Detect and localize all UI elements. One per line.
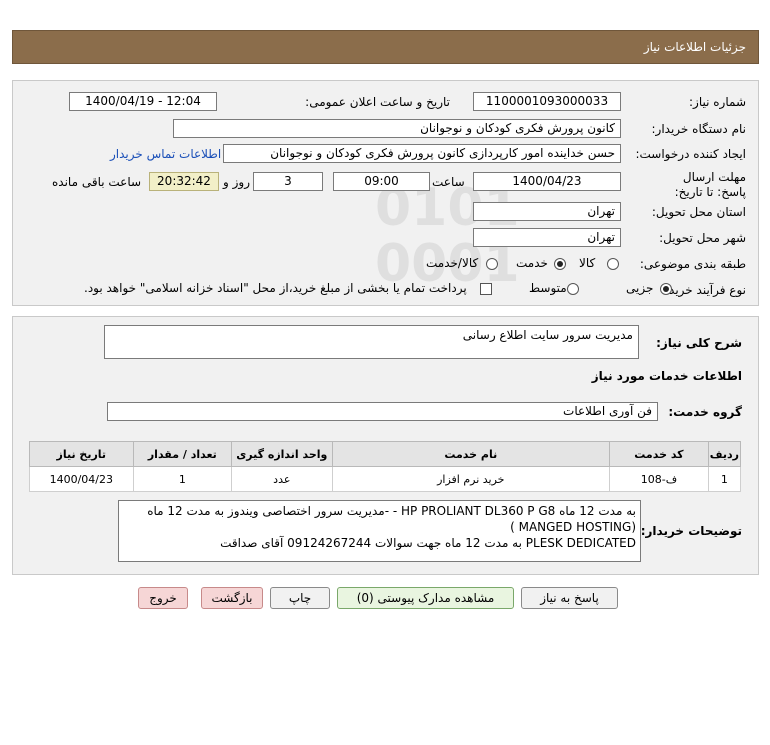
category-radio-goods[interactable] (607, 258, 619, 270)
process-radio-minor[interactable] (660, 283, 672, 295)
buyer-org-label: نام دستگاه خریدار: (651, 122, 747, 136)
deadline-time-field: 09:00 (333, 172, 430, 191)
services-table: ردیف کد خدمت نام خدمت واحد اندازه گیری ت… (29, 441, 742, 492)
category-radio-goods-service[interactable] (486, 258, 498, 270)
buyer-contact-link[interactable]: اطلاعات تماس خریدار (110, 147, 221, 161)
days-field: 3 (253, 172, 323, 191)
buyer-org-field: کانون پرورش فکری کودکان و نوجوانان (173, 119, 621, 138)
cell-service-code: ف-108 (609, 466, 709, 492)
creator-label: ایجاد کننده درخواست: (635, 147, 746, 161)
deadline-label: مهلت ارسال پاسخ: تا تاریخ: (674, 170, 746, 199)
deadline-date-field: 1400/04/23 (473, 172, 621, 191)
exit-button[interactable]: خروج (138, 587, 188, 609)
col-service-code-header: کد خدمت (609, 441, 709, 467)
category-label: طبقه بندی موضوعی: (639, 257, 746, 271)
announce-field: 1400/04/19 - 12:04 (69, 92, 217, 111)
service-group-field: فن آوری اطلاعات (107, 402, 658, 421)
page-header: جزئیات اطلاعات نیاز (12, 30, 759, 64)
col-quantity-header: تعداد / مقدار (132, 441, 233, 467)
category-option-goods: کالا (579, 256, 596, 270)
col-row-header: ردیف (707, 441, 742, 467)
buyer-notes-label: توضیحات خریدار: (640, 524, 742, 538)
col-service-name-header: نام خدمت (331, 441, 611, 467)
need-number-field: 1100001093000033 (473, 92, 621, 111)
announce-label: تاریخ و ساعت اعلان عمومی: (305, 95, 450, 109)
attachments-button[interactable]: مشاهده مدارک پیوستی (0) (337, 587, 514, 609)
payment-note: پرداخت تمام یا بخشی از مبلغ خرید،از محل … (84, 281, 467, 295)
process-label: نوع فرآیند خرید : (661, 283, 746, 297)
cell-service-name: خرید نرم افزار (331, 466, 611, 492)
province-field: تهران (473, 202, 621, 221)
city-label: شهر محل تحویل: (659, 231, 746, 245)
need-info-panel (12, 80, 759, 306)
need-number-label: شماره نیاز: (689, 95, 746, 109)
category-option-service: خدمت (516, 256, 548, 270)
reply-button[interactable]: پاسخ به نیاز (521, 587, 618, 609)
creator-field: حسن خداینده امور کارپردازی کانون پرورش ف… (223, 144, 621, 163)
treasury-payment-checkbox[interactable] (480, 283, 492, 295)
cell-need-date: 1400/04/23 (29, 466, 134, 492)
services-heading: اطلاعات خدمات مورد نیاز (591, 369, 742, 383)
table-row: 1 ف-108 خرید نرم افزار عدد 1 1400/04/23 (29, 466, 742, 492)
process-option-medium: متوسط (529, 281, 567, 295)
process-option-minor: جزیی (626, 281, 654, 295)
remaining-time-field: 20:32:42 (149, 172, 219, 191)
table-header-row: ردیف کد خدمت نام خدمت واحد اندازه گیری ت… (29, 441, 742, 467)
deadline-time-label: ساعت (432, 175, 465, 189)
remaining-label: ساعت باقی مانده (52, 175, 142, 189)
cell-row: 1 (707, 466, 742, 492)
category-radio-service[interactable] (554, 258, 566, 270)
cell-unit: عدد (231, 466, 333, 492)
province-label: استان محل تحویل: (651, 205, 746, 219)
summary-field: مدیریت سرور سایت اطلاع رسانی (104, 325, 639, 359)
col-need-date-header: تاریخ نیاز (29, 441, 134, 467)
process-radio-medium[interactable] (567, 283, 579, 295)
print-button[interactable]: چاپ (270, 587, 330, 609)
service-group-label: گروه خدمت: (668, 405, 742, 419)
buyer-notes-field: به مدت 12 ماه HP PROLIANT DL360 P G8 - -… (118, 500, 641, 562)
summary-label: شرح کلی نیاز: (656, 336, 742, 350)
col-unit-header: واحد اندازه گیری (231, 441, 333, 467)
days-label: روز و (223, 175, 250, 189)
cell-quantity: 1 (132, 466, 233, 492)
city-field: تهران (473, 228, 621, 247)
page-title: جزئیات اطلاعات نیاز (643, 40, 746, 54)
back-button[interactable]: بازگشت (201, 587, 263, 609)
category-option-goods-service: کالا/خدمت (426, 256, 479, 270)
